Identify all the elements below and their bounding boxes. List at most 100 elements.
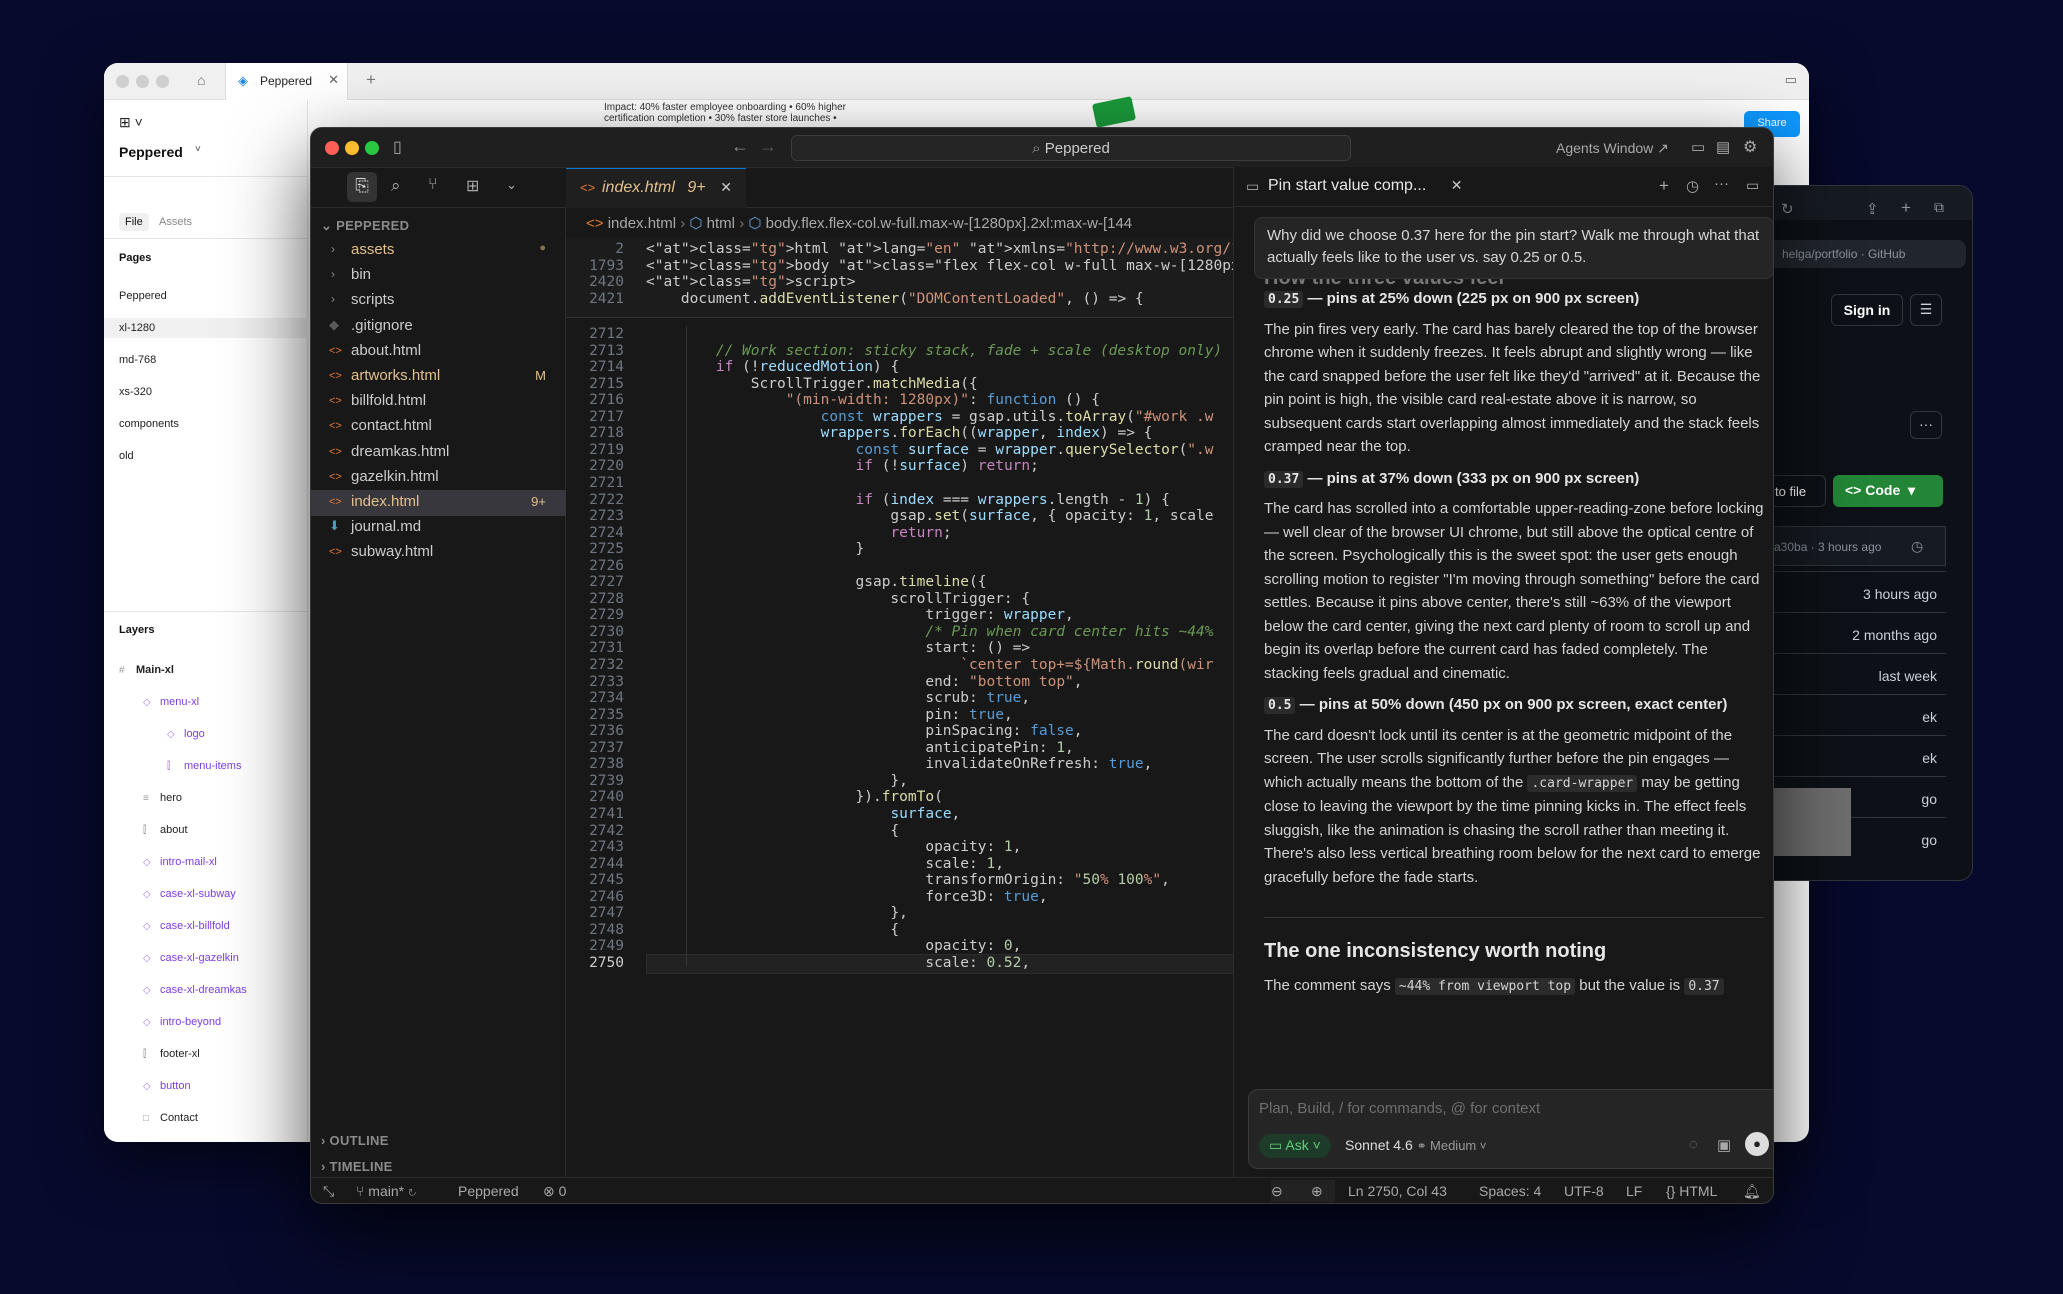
history-icon[interactable]: ◷: [1686, 177, 1699, 195]
indentation[interactable]: Spaces: 4: [1479, 1183, 1541, 1199]
close-light[interactable]: [116, 75, 129, 88]
page-item[interactable]: xs-320: [119, 386, 152, 398]
new-tab-icon[interactable]: +: [1901, 198, 1911, 218]
code-line[interactable]: scrub: true,: [646, 690, 1030, 706]
layer-item[interactable]: ◇ case-xl-gazelkin: [143, 952, 239, 964]
encoding[interactable]: UTF-8: [1564, 1183, 1604, 1199]
outline-section[interactable]: › OUTLINE: [321, 1133, 389, 1148]
url-bar[interactable]: helga/portfolio · GitHub: [1746, 240, 1966, 268]
tree-item[interactable]: › scripts: [311, 288, 566, 314]
figma-file-tab[interactable]: ◈ Peppered ✕: [225, 63, 348, 100]
tree-item[interactable]: <> gazelkin.html: [311, 465, 566, 491]
layer-item[interactable]: ◇ case-xl-billfold: [143, 920, 230, 932]
code-line[interactable]: pin: true,: [646, 707, 1012, 723]
code-line[interactable]: /* Pin when card center hits ~44%: [646, 624, 1213, 640]
sidebar-toggle-icon[interactable]: ▯: [393, 137, 402, 157]
history-icon[interactable]: ◷: [1911, 538, 1923, 555]
code-button[interactable]: <> Code ▾: [1833, 475, 1943, 507]
forward-arrow-icon[interactable]: →: [759, 136, 777, 157]
code-line[interactable]: anticipatePin: 1,: [646, 740, 1073, 756]
tree-item[interactable]: › assets ●: [311, 238, 566, 264]
cursor-position[interactable]: Ln 2750, Col 43: [1348, 1183, 1447, 1199]
tree-item[interactable]: <> dreamkas.html: [311, 440, 566, 466]
figma-menu-icon[interactable]: ⊞ ˅: [119, 114, 143, 131]
breadcrumb-item[interactable]: body.flex.flex-col.w-full.max-w-[1280px]…: [766, 215, 1133, 232]
close-light[interactable]: [325, 141, 339, 155]
close-icon[interactable]: ✕: [328, 72, 339, 88]
tree-item[interactable]: <> contact.html: [311, 414, 566, 440]
code-line[interactable]: scrollTrigger: {: [646, 591, 1030, 607]
bell-icon[interactable]: 🔔︎: [1743, 1183, 1761, 1200]
layer-item[interactable]: # Main-xl: [119, 664, 174, 676]
sidebar-toggle-icon[interactable]: ▭: [1785, 72, 1797, 88]
code-line[interactable]: transformOrigin: "50% 100%",: [646, 872, 1170, 888]
sign-in-button[interactable]: Sign in: [1831, 294, 1903, 326]
back-arrow-icon[interactable]: ←: [731, 136, 749, 157]
more-icon[interactable]: ···: [1910, 411, 1942, 439]
code-line[interactable]: force3D: true,: [646, 889, 1047, 905]
sticky-code-line[interactable]: <"at">class="tg">script>: [646, 274, 856, 290]
file-tab[interactable]: File: [119, 213, 149, 231]
tree-item[interactable]: <> index.html 9+: [311, 490, 566, 516]
code-line[interactable]: if (index === wrappers.length - 1) {: [646, 492, 1170, 508]
more-icon[interactable]: ···: [1714, 175, 1729, 192]
code-line[interactable]: gsap.timeline({: [646, 574, 987, 590]
code-line[interactable]: scale: 1,: [646, 856, 1004, 872]
zoom-light[interactable]: [365, 141, 379, 155]
layer-item[interactable]: ◇ case-xl-subway: [143, 888, 236, 900]
zoom-out-icon[interactable]: ⊖: [1271, 1183, 1283, 1200]
chevron-down-icon[interactable]: ˅: [195, 144, 201, 155]
new-tab-icon[interactable]: +: [366, 70, 376, 90]
user-question[interactable]: Why did we choose 0.37 here for the pin …: [1254, 217, 1773, 279]
layer-item[interactable]: ◇ intro-mail-xl: [143, 856, 217, 868]
close-icon[interactable]: ✕: [720, 179, 732, 196]
layer-item[interactable]: ≡ hero: [143, 792, 182, 804]
search-icon[interactable]: ⌕: [391, 176, 401, 196]
code-line[interactable]: opacity: 0,: [646, 938, 1021, 954]
layer-item[interactable]: ◇ menu-xl: [143, 696, 199, 708]
code-line[interactable]: if (!reducedMotion) {: [646, 359, 899, 375]
share-icon[interactable]: ⇪: [1866, 200, 1879, 218]
code-line[interactable]: opacity: 1,: [646, 839, 1021, 855]
panel-icon[interactable]: ▭: [1746, 177, 1759, 194]
tree-item[interactable]: ◆ .gitignore: [311, 314, 566, 340]
code-line[interactable]: `center top+=${Math.round(wir: [646, 657, 1213, 673]
explorer-title[interactable]: ⌄ PEPPERED: [321, 218, 409, 234]
code-line[interactable]: start: () =>: [646, 640, 1030, 656]
minimize-light[interactable]: [345, 141, 359, 155]
zoom-in-icon[interactable]: ⊕: [1311, 1183, 1323, 1200]
explorer-icon[interactable]: ⎘: [347, 172, 377, 202]
microphone-icon[interactable]: ●: [1745, 1132, 1769, 1156]
tree-item[interactable]: ⬇ journal.md: [311, 515, 566, 541]
remote-icon[interactable]: ⤡: [323, 1183, 334, 1200]
close-icon[interactable]: ✕: [1451, 177, 1463, 193]
layer-item[interactable]: □ Contact: [143, 1112, 198, 1124]
layer-item[interactable]: ◇ button: [143, 1080, 191, 1092]
command-search[interactable]: ⌕ Peppered: [791, 135, 1351, 161]
code-line[interactable]: gsap.set(surface, { opacity: 1, scale: [646, 508, 1213, 524]
workspace-name[interactable]: Peppered: [458, 1183, 519, 1199]
tree-item[interactable]: <> artworks.html M: [311, 364, 566, 390]
panel-icon[interactable]: ▭: [1691, 138, 1705, 156]
page-item[interactable]: md-768: [119, 354, 156, 366]
code-line[interactable]: surface,: [646, 806, 960, 822]
extensions-icon[interactable]: ⊞: [466, 176, 479, 196]
code-line[interactable]: wrappers.forEach((wrapper, index) => {: [646, 425, 1153, 441]
code-line[interactable]: trigger: wrapper,: [646, 607, 1073, 623]
sticky-code-line[interactable]: document.addEventListener("DOMContentLoa…: [646, 291, 1144, 307]
line-ending[interactable]: LF: [1626, 1183, 1642, 1199]
code-line[interactable]: "(min-width: 1280px)": function () {: [646, 392, 1100, 408]
chevron-down-icon[interactable]: ⌄: [506, 177, 517, 193]
breadcrumb-item[interactable]: index.html: [608, 215, 676, 232]
gear-icon[interactable]: ⚙: [1743, 137, 1757, 157]
branch-indicator[interactable]: ⑂ main* ↻: [356, 1183, 416, 1199]
layer-item[interactable]: ◇ logo: [167, 728, 205, 740]
zoom-light[interactable]: [156, 75, 169, 88]
layer-item[interactable]: ⫿ footer-xl: [143, 1048, 200, 1060]
layer-item[interactable]: ⫿ about: [143, 824, 188, 836]
tree-item[interactable]: <> subway.html: [311, 540, 566, 566]
sticky-code-line[interactable]: <"at">class="tg">html "at">lang="en" "at…: [646, 241, 1327, 257]
page-item[interactable]: old: [119, 450, 134, 462]
mode-dropdown[interactable]: ▭ Ask ˅: [1259, 1134, 1331, 1158]
page-item[interactable]: components: [119, 418, 179, 430]
